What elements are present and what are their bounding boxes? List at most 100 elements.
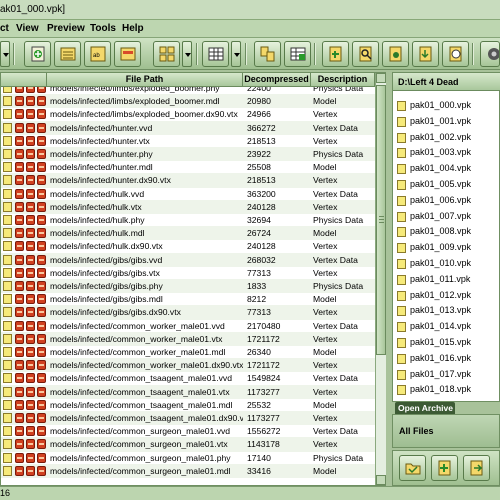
table-row[interactable]: models/infected/common_tsaagent_male01.v… (1, 371, 375, 385)
info-button[interactable] (442, 41, 469, 67)
table-row[interactable]: models/infected/gibs/gibs.mdl 8212 Model (1, 292, 375, 306)
table-row[interactable]: models/infected/common_surgeon_male01.md… (1, 463, 375, 478)
table-row[interactable]: models/infected/hunter.dx90.vtx 218513 Ver… (1, 173, 375, 188)
table-edit-button[interactable] (284, 41, 311, 67)
table-row[interactable]: models/infected/hulk.dx90.vtx 240128 Verte… (1, 239, 375, 253)
cell-file-path: models/infected/common_tsaagent_male01.m… (50, 399, 233, 410)
import-button[interactable] (412, 41, 439, 67)
scroll-grip (379, 216, 384, 217)
archive-item-label: pak01_006.vpk (410, 194, 472, 205)
menu-item-preview[interactable]: Preview (47, 23, 85, 34)
cell-file-path: models/infected/common_worker_male01.vvd (50, 320, 225, 331)
column-icons[interactable] (1, 73, 47, 87)
archive-item-label: pak01_016.vpk (410, 352, 472, 363)
table-row[interactable]: models/infected/common_surgeon_male01.vt… (1, 437, 375, 452)
table-row[interactable]: models/infected/hulk.phy 32694 Physics Dat… (1, 213, 375, 227)
extract-button[interactable] (114, 41, 141, 67)
filter-label[interactable]: All Files (399, 426, 434, 436)
table-row[interactable]: models/infected/common_tsaagent_male01.m… (1, 398, 375, 412)
archive-item-label: pak01_009.vpk (410, 242, 472, 253)
info-icon (449, 46, 462, 62)
file-icon (397, 132, 406, 143)
block-icon (15, 188, 24, 199)
block-icon (26, 360, 35, 371)
block-icon (15, 399, 24, 410)
vertical-scrollbar[interactable] (375, 73, 386, 485)
table-row[interactable]: models/infected/hunter.vtx 218513 Vertex (1, 134, 375, 148)
cell-description: Vertex (313, 241, 338, 252)
column-description[interactable]: Description (311, 73, 375, 87)
table-row[interactable]: models/infected/gibs/gibs.vtx 77313 Vertex (1, 266, 375, 280)
table-row[interactable]: models/infected/common_worker_male01.mdl… (1, 345, 375, 359)
table-row[interactable]: models/infected/common_surgeon_male01.ph… (1, 451, 375, 465)
block-icon (37, 215, 46, 225)
archive-item-label: pak01_017.vpk (410, 368, 472, 379)
new-file-button[interactable] (24, 41, 51, 67)
menu-item-help[interactable]: Help (122, 23, 144, 34)
table-row[interactable]: models/infected/common_worker_male01.vvd… (1, 319, 375, 333)
menu-item-select[interactable]: ct (0, 23, 9, 34)
toolbar-dropdown-2[interactable] (231, 41, 241, 67)
search-file-button[interactable] (352, 41, 379, 67)
table-row[interactable]: models/infected/hunter.vvd 366272 Vertex D… (1, 120, 375, 135)
list-button[interactable] (54, 41, 81, 67)
table-view-button[interactable] (202, 41, 229, 67)
cell-description: Vertex Data (313, 122, 358, 133)
add-file-button[interactable] (322, 41, 349, 67)
cell-file-path: models/infected/gibs/gibs.mdl (50, 294, 163, 305)
open-archive-tab[interactable]: Open Archive (395, 402, 455, 414)
open-archive-button[interactable] (399, 455, 426, 481)
table-row[interactable]: models/infected/limbs/exploded_boomer.md… (1, 94, 375, 109)
table-row[interactable]: models/infected/common_worker_male01.dx9… (1, 358, 375, 373)
table-row[interactable]: models/infected/gibs/gibs.dx90.vtx 77313 V… (1, 305, 375, 320)
toolbar-dropdown-1[interactable] (182, 41, 192, 67)
file-icon (3, 426, 12, 437)
cell-decompressed: 1721172 (247, 333, 280, 344)
block-icon (37, 188, 46, 199)
block-icon (26, 413, 35, 423)
column-file-path[interactable]: File Path (47, 73, 243, 87)
file-icon (3, 452, 12, 463)
file-icon (397, 306, 406, 317)
table-row[interactable]: models/infected/common_surgeon_male01.vv… (1, 424, 375, 438)
table-row[interactable]: models/infected/limbs/exploded_boomer.dx… (1, 107, 375, 121)
menu-item-view[interactable]: View (16, 23, 39, 34)
scroll-up-arrow[interactable] (376, 73, 386, 83)
toolbar-dropdown-0[interactable] (0, 41, 10, 67)
archive-item-label: pak01_010.vpk (410, 258, 472, 268)
column-decompressed[interactable]: Decompressed (243, 73, 311, 87)
file-icon (397, 101, 406, 111)
export-button[interactable] (382, 41, 409, 67)
settings-button[interactable] (480, 41, 500, 67)
scroll-down-arrow[interactable] (376, 475, 386, 485)
extract-archive-icon (470, 460, 483, 476)
cell-description: Vertex (313, 135, 338, 146)
block-icon (37, 413, 46, 423)
table-row[interactable]: models/infected/gibs/gibs.phy 1833 Physics… (1, 279, 375, 294)
grid-view-button[interactable] (153, 41, 180, 67)
block-icon (15, 307, 24, 318)
table-row[interactable]: models/infected/hulk.mdl 26724 Model (1, 226, 375, 241)
menu-item-tools[interactable]: Tools (90, 23, 116, 34)
block-icon (15, 96, 24, 107)
cell-file-path: models/infected/limbs/exploded_boomer.md… (50, 96, 220, 107)
table-row[interactable]: models/infected/common_tsaagent_male01.d… (1, 411, 375, 426)
scroll-thumb[interactable] (376, 85, 386, 355)
table-row[interactable]: models/infected/common_worker_male01.vtx… (1, 331, 375, 346)
table-row[interactable]: models/infected/gibs/gibs.vvd 268032 Verte… (1, 252, 375, 267)
table-row[interactable]: models/infected/common_tsaagent_male01.v… (1, 384, 375, 399)
table-row[interactable]: models/infected/hunter.phy 23922 Physics D… (1, 147, 375, 162)
cell-file-path: models/infected/hunter.vvd (50, 122, 153, 133)
add-archive-button[interactable] (431, 455, 458, 481)
block-icon (15, 175, 24, 186)
cell-decompressed: 218513 (247, 175, 276, 186)
table-row[interactable]: models/infected/hulk.vvd 363200 Vertex Dat… (1, 187, 375, 201)
extract-archive-button[interactable] (463, 455, 490, 481)
cell-description: Physics Data (313, 452, 364, 463)
cell-decompressed: 24966 (247, 109, 271, 120)
rename-button[interactable]: ab (84, 41, 111, 67)
table-row[interactable]: models/infected/hulk.vtx 240128 Vertex (1, 199, 375, 214)
table-row[interactable]: models/infected/hunter.mdl 25508 Model (1, 160, 375, 174)
block-icon (15, 281, 24, 291)
merge-button[interactable] (254, 41, 281, 67)
